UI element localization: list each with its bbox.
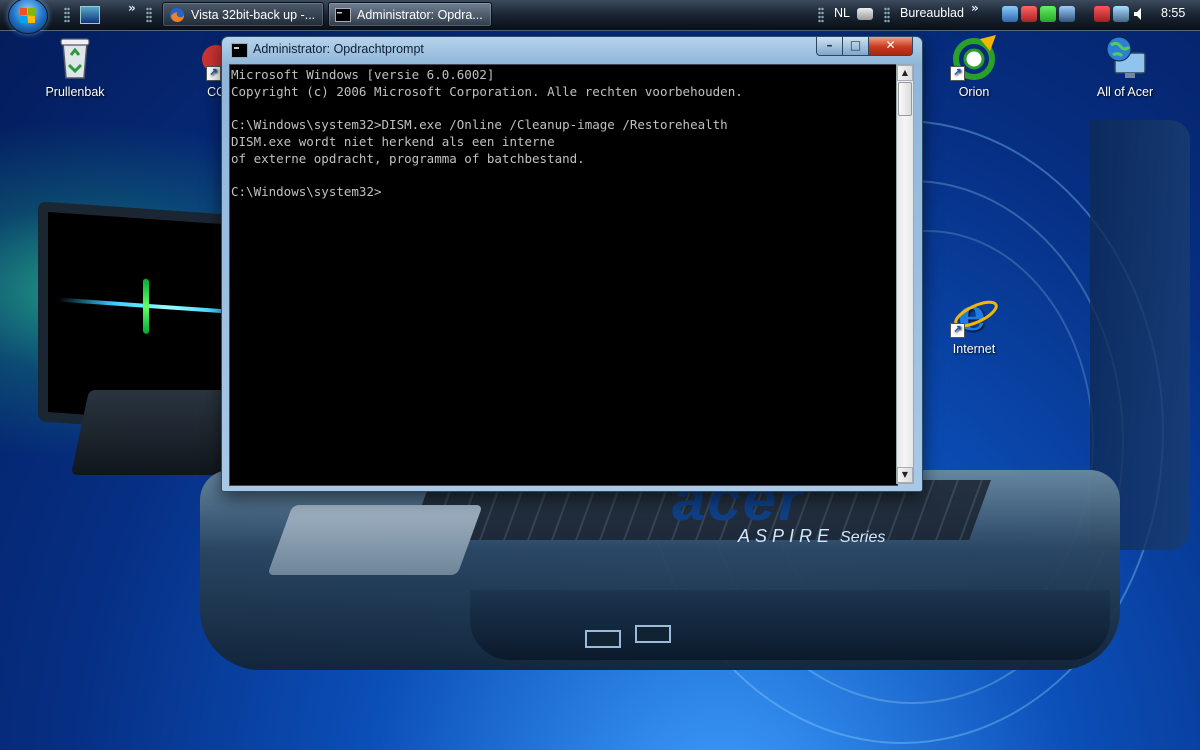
shortcut-arrow-icon: ↗	[206, 66, 221, 81]
desktop-icon-label: Internet	[952, 342, 996, 356]
maximize-button[interactable]: □	[842, 37, 869, 56]
desktop-icon-label: Prullenbak	[45, 85, 105, 99]
wallpaper-series-name: ASPIRE	[738, 526, 835, 546]
shield-tray-icon[interactable]	[1040, 6, 1056, 22]
toolbar-grip-icon[interactable]	[884, 7, 890, 23]
cmd-icon[interactable]	[231, 43, 248, 58]
desktop-icon-orion[interactable]: ↗ Orion	[929, 33, 1019, 99]
monitors-tray-icon[interactable]	[1113, 6, 1129, 22]
ccleaner-icon: ↗	[176, 33, 230, 81]
wallpaper-laptop-front	[470, 590, 1110, 660]
shortcut-arrow-icon: ↗	[950, 323, 965, 338]
power-tray-icon[interactable]	[1094, 6, 1110, 22]
desktop-icon-label: All of Acer	[1096, 85, 1154, 99]
show-desktop-icon[interactable]	[80, 6, 100, 24]
desktop-icon-recycle-bin[interactable]: Prullenbak	[30, 33, 120, 99]
update-tray-icon[interactable]	[1059, 6, 1075, 22]
cmd-window[interactable]: Administrator: Opdrachtprompt – □ ✕ Micr…	[221, 36, 923, 492]
minimize-button[interactable]: –	[816, 37, 843, 56]
close-button[interactable]: ✕	[868, 37, 913, 56]
wallpaper-series-logo: ASPIRE Series	[738, 526, 885, 547]
wallpaper-light-beam	[143, 278, 149, 335]
windows-logo-icon	[20, 8, 36, 24]
wallpaper-touchpad	[267, 505, 483, 575]
usb-port-icon	[635, 625, 671, 643]
toolbar-grip-icon[interactable]	[64, 7, 70, 23]
window-title: Administrator: Opdrachtprompt	[253, 42, 424, 56]
desktop-icon-label: Orion	[958, 85, 990, 99]
orion-icon: ↗	[950, 33, 998, 81]
start-button[interactable]	[8, 0, 48, 34]
desktop-icon-internet[interactable]: e ↗ Internet	[929, 290, 1019, 356]
network-tray-icon[interactable]	[1002, 6, 1018, 22]
taskbar: » Vista 32bit-back up -... Administrator…	[0, 0, 1200, 34]
scrollbar-thumb[interactable]	[898, 82, 912, 116]
security-tray-icon[interactable]	[1021, 6, 1037, 22]
desktop-icon-all-of-acer[interactable]: All of Acer	[1080, 33, 1170, 99]
quicklaunch-overflow-button[interactable]: »	[128, 1, 136, 15]
wallpaper-series-suffix: Series	[840, 529, 886, 546]
window-titlebar[interactable]: Administrator: Opdrachtprompt – □ ✕	[222, 37, 922, 63]
scroll-down-arrow-icon[interactable]: ▼	[897, 467, 913, 483]
taskbar-button-label: Vista 32bit-back up -...	[191, 8, 316, 22]
taskbar-button-firefox[interactable]: Vista 32bit-back up -...	[162, 2, 324, 27]
globe-monitor-icon	[1101, 33, 1149, 81]
desktop-toolbar-label[interactable]: Bureaublad	[900, 6, 964, 20]
console-area[interactable]: Microsoft Windows [versie 6.0.6002] Copy…	[229, 64, 898, 486]
shortcut-arrow-icon: ↗	[950, 66, 965, 81]
toolbar-grip-icon[interactable]	[146, 7, 152, 23]
volume-icon[interactable]	[1132, 6, 1148, 22]
language-indicator[interactable]: NL	[834, 6, 850, 20]
toolbar-grip-icon[interactable]	[818, 7, 824, 23]
firefox-icon	[170, 8, 184, 22]
console-output: Microsoft Windows [versie 6.0.6002] Copy…	[231, 67, 743, 199]
internet-explorer-icon: e ↗	[950, 290, 998, 341]
desktop-toolbar-overflow-button[interactable]: »	[971, 1, 979, 15]
taskbar-button-cmd[interactable]: Administrator: Opdra...	[328, 2, 492, 27]
recycle-bin-icon	[51, 33, 99, 81]
cmd-icon	[335, 8, 351, 22]
keyboard-icon[interactable]	[857, 8, 873, 20]
usb-port-icon	[585, 630, 621, 648]
taskbar-button-label: Administrator: Opdra...	[357, 8, 483, 22]
clock[interactable]: 8:55	[1161, 6, 1185, 20]
scroll-up-arrow-icon[interactable]: ▲	[897, 65, 913, 81]
vertical-scrollbar[interactable]: ▲ ▼	[896, 64, 914, 484]
